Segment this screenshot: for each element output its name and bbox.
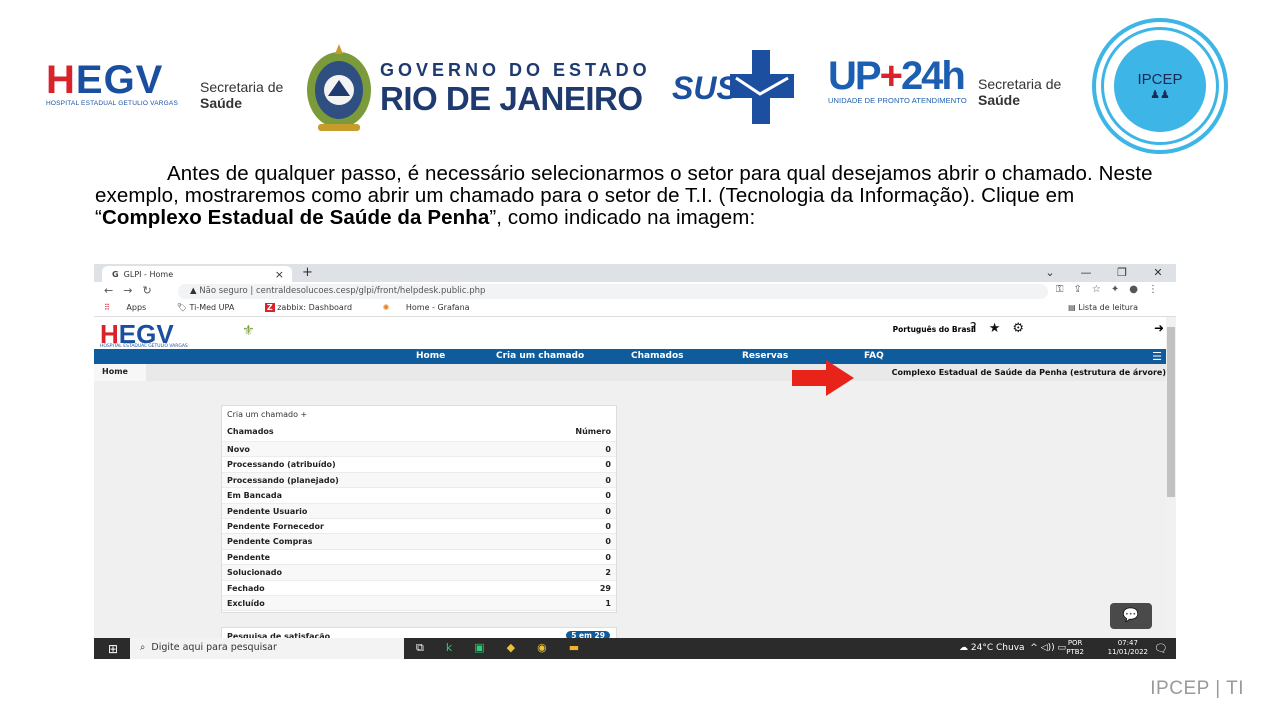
table-row[interactable]: Excluído 1 [222,595,616,612]
bookmark-grafana[interactable]: ✺ Home - Grafana [383,303,484,312]
secretaria-logo-2: Secretaria de Saúde [978,76,1062,108]
governo-rj-logo: GOVERNO DO ESTADO RIO DE JANEIRO [380,60,651,117]
profile-icon[interactable]: ● [1129,284,1148,295]
footer-label: IPCEP | TI [1150,678,1244,699]
table-row[interactable]: Pendente Compras 0 [222,534,616,550]
menu-faq[interactable]: FAQ [864,351,884,361]
upa24h-logo: UP+24h UNIDADE DE PRONTO ATENDIMENTO [828,54,967,105]
language-selector[interactable]: Português do Brasil [893,325,976,334]
hegv-subtitle: HOSPITAL ESTADUAL GETULIO VARGAS [46,100,178,107]
create-ticket-link[interactable]: Cria um chamado + [222,406,616,424]
warning-icon: ▲ [190,286,197,296]
bookmark-timed[interactable]: 🏷 Ti-Med UPA [177,303,249,312]
menu-tickets[interactable]: Chamados [631,351,684,361]
app-yellow-icon[interactable]: ◆ [507,641,537,654]
extensions-icon[interactable]: ✦ [1111,284,1129,295]
table-row[interactable]: Em Bancada 0 [222,488,616,504]
rio-crest-logo [304,40,374,136]
tickets-panel: Cria um chamado + Chamados Número Novo 0 P… [221,405,617,613]
tickets-header: Chamados Número [222,424,616,442]
language-indicator[interactable]: POR PTB2 [1066,639,1084,657]
main-menu: Home Cria um chamado Chamados Reservas F… [94,349,1176,364]
settings-gear-icon[interactable]: ⚙ [1012,321,1036,336]
table-row[interactable]: Novo 0 [222,442,616,458]
file-explorer-icon[interactable]: ▬ [569,641,601,654]
hegv-mark: EGV [75,58,164,102]
table-row[interactable]: Pendente 0 [222,550,616,566]
forward-icon[interactable]: → [123,284,142,297]
table-row[interactable]: Processando (atribuído) 0 [222,457,616,473]
menu-home[interactable]: Home [416,351,445,361]
instruction-text: Antes de qualquer passo, é necessário se… [95,162,1153,229]
bookmark-zabbix[interactable]: Z zabbix: Dashboard [264,303,366,312]
chat-button[interactable]: 💬 [1110,603,1152,629]
tab-bar: G GLPI - Home × + ⌄ — ❐ ✕ [94,264,1176,282]
clock[interactable]: 07:47 11/01/2022 [1108,639,1148,657]
reading-list[interactable]: ▤ Lista de leitura [1068,303,1152,312]
app-green-icon[interactable]: ▣ [474,641,506,654]
browser-screenshot: G GLPI - Home × + ⌄ — ❐ ✕ ←→↻ ▲ Não segu… [94,264,1176,659]
crest-icon: ⚜ [242,323,255,339]
menu-create-ticket[interactable]: Cria um chamado [496,351,584,361]
back-icon[interactable]: ← [104,284,123,297]
hegv-logo: HEGV HOSPITAL ESTADUAL GETULIO VARGAS [46,60,181,107]
key-icon[interactable]: ⚿ [1056,284,1074,295]
close-window-icon[interactable]: ✕ [1140,264,1176,282]
star-icon[interactable]: ☆ [1092,284,1111,295]
new-tab-icon[interactable]: + [302,265,313,280]
hamburger-icon[interactable]: ☰ [1152,350,1162,363]
address-bar: ←→↻ ▲ Não seguro | centraldesolucoes.ces… [94,282,1176,300]
windows-start-icon[interactable]: ⊞ [108,642,118,656]
url-field[interactable]: ▲ Não seguro | centraldesolucoes.cesp/gl… [178,284,1048,299]
browser-tab[interactable]: G GLPI - Home × [102,266,292,282]
entity-selector[interactable]: Complexo Estadual de Saúde da Penha (est… [892,368,1166,377]
table-row[interactable]: Pendente Usuario 0 [222,503,616,519]
logout-icon[interactable]: ➜ [1154,321,1164,335]
weather-status[interactable]: ☁ 24°C Chuva ^ ◁)) ▭ [959,643,1066,653]
more-icon[interactable]: ⋮ [1148,284,1168,295]
sus-logo: SUS [672,48,796,128]
app-k-icon[interactable]: k [446,641,474,654]
ipcep-logo: IPCEP ♟♟ [1092,18,1228,154]
breadcrumb: Home Complexo Estadual de Saúde da Penha… [94,364,1176,381]
scrollbar[interactable] [1166,317,1176,638]
menu-reservations[interactable]: Reservas [742,351,788,361]
close-tab-icon[interactable]: × [275,268,284,281]
notification-icon[interactable]: 🗨 [1154,642,1168,655]
chevron-down-icon[interactable]: ⌄ [1032,264,1068,282]
chrome-icon[interactable]: ◉ [537,641,569,654]
glpi-header: HEGV HOSPITAL ESTADUAL GETULIO VARGAS ⚜ … [94,317,1176,349]
slide: HEGV HOSPITAL ESTADUAL GETULIO VARGAS Se… [0,0,1280,720]
red-arrow-icon [792,360,854,396]
favorite-star-icon[interactable]: ★ [989,321,1013,336]
minimize-icon[interactable]: — [1068,264,1104,282]
secretaria-logo-1: Secretaria de Saúde [200,79,284,111]
table-row[interactable]: Fechado 29 [222,581,616,596]
reload-icon[interactable]: ↻ [142,284,161,297]
bookmarks-bar: ⠿ Apps 🏷 Ti-Med UPA Z zabbix: Dashboard … [94,300,1176,317]
bookmark-apps[interactable]: ⠿ Apps [104,303,160,312]
restore-icon[interactable]: ❐ [1104,264,1140,282]
plus-icon: + [300,410,308,419]
share-icon[interactable]: ⇪ [1074,284,1092,295]
taskbar-search-input[interactable]: ⌕ Digite aqui para pesquisar [130,638,404,659]
windows-taskbar: ⊞ ⌕ Digite aqui para pesquisar ⧉k▣◆◉▬ ☁ … [94,638,1176,659]
breadcrumb-home[interactable]: Home [94,364,146,381]
table-row[interactable]: Solucionado 2 [222,565,616,581]
table-row[interactable]: Pendente Fornecedor 0 [222,519,616,535]
table-row[interactable]: Processando (planejado) 0 [222,472,616,489]
glpi-logo[interactable]: HEGV [100,321,174,347]
task-view-icon[interactable]: ⧉ [416,641,446,654]
